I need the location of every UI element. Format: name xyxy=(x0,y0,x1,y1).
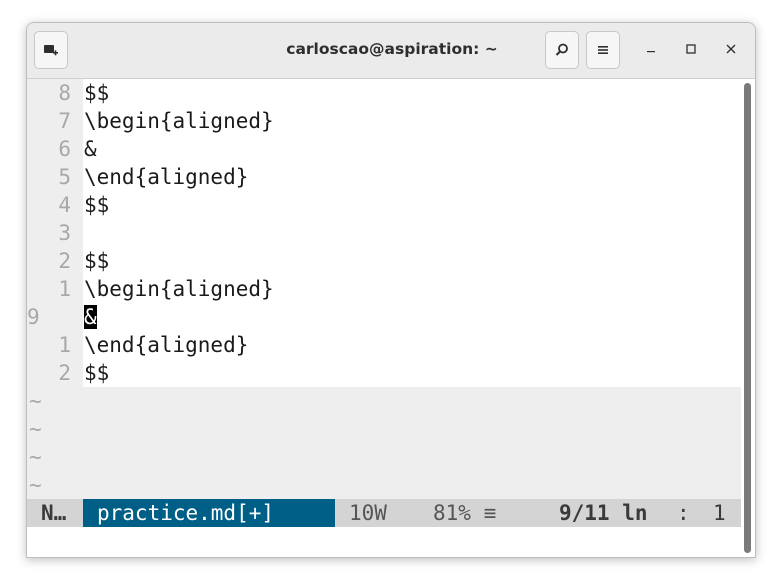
line-text: $$ xyxy=(84,81,110,105)
line-text-current: & xyxy=(84,303,97,331)
scrollbar[interactable] xyxy=(744,83,751,553)
editor-line: 4 $$ xyxy=(27,191,741,219)
line-number: 2 xyxy=(58,361,71,385)
terminal-window: carloscao@aspiration: ~ 8 $$ 7 \begin{al… xyxy=(26,22,756,558)
line-text: \end{aligned} xyxy=(84,165,249,189)
editor-line: 8 $$ xyxy=(27,79,741,107)
line-number: 4 xyxy=(58,193,71,217)
empty-line-marker: ~ xyxy=(29,445,42,469)
hamburger-menu-icon xyxy=(596,43,610,57)
editor-line: 7 \begin{aligned} xyxy=(27,107,741,135)
line-text: $$ xyxy=(84,193,110,217)
line-number: 2 xyxy=(58,249,71,273)
empty-line-marker: ~ xyxy=(29,417,42,441)
editor-line: 1 \begin{aligned} xyxy=(27,275,741,303)
empty-line-marker: ~ xyxy=(29,473,42,497)
empty-line-marker: ~ xyxy=(29,389,42,413)
minimize-icon xyxy=(646,42,656,58)
line-text: $$ xyxy=(84,249,110,273)
line-text: & xyxy=(84,137,97,161)
mode-indicator: N… xyxy=(41,501,67,525)
minimize-button[interactable] xyxy=(638,37,664,63)
word-count: 10W xyxy=(349,501,387,525)
line-text: $$ xyxy=(84,361,110,385)
line-number: 1 xyxy=(58,277,71,301)
line-position: 9/11 ln xyxy=(559,501,648,525)
line-number: 1 xyxy=(58,333,71,357)
search-icon xyxy=(554,42,570,58)
scroll-percent: 81% ≡ xyxy=(433,501,497,525)
line-text: \begin{aligned} xyxy=(84,109,274,133)
menu-button[interactable] xyxy=(586,31,620,69)
editor-line: 3 xyxy=(27,219,741,247)
maximize-icon xyxy=(686,42,696,58)
position-separator: : xyxy=(677,501,690,525)
command-line[interactable] xyxy=(27,527,741,557)
editor-line: 2 $$ xyxy=(27,359,741,387)
line-number: 7 xyxy=(58,109,71,133)
line-number: 6 xyxy=(58,137,71,161)
new-tab-button[interactable] xyxy=(34,31,68,69)
close-icon xyxy=(726,42,736,58)
text-cursor[interactable]: & xyxy=(84,305,97,329)
editor-line: 2 $$ xyxy=(27,247,741,275)
search-button[interactable] xyxy=(545,31,579,69)
editor-line: 5 \end{aligned} xyxy=(27,163,741,191)
terminal-area[interactable]: 8 $$ 7 \begin{aligned} 6 & 5 \end{aligne… xyxy=(27,79,741,557)
current-line-number: 9 xyxy=(27,305,40,329)
editor-line: 6 & xyxy=(27,135,741,163)
line-text: \end{aligned} xyxy=(84,333,249,357)
column-position: 1 xyxy=(713,501,726,525)
empty-buffer-area xyxy=(27,387,741,499)
vim-statusline: N… practice.md[+] 10W 81% ≡ 9/11 ln : 1 xyxy=(27,499,741,527)
close-button[interactable] xyxy=(718,37,744,63)
line-number: 8 xyxy=(58,81,71,105)
filename-indicator: practice.md[+] xyxy=(83,499,335,527)
new-tab-icon xyxy=(43,42,59,58)
line-number: 5 xyxy=(58,165,71,189)
line-number: 3 xyxy=(58,221,71,245)
editor-line: 1 \end{aligned} xyxy=(27,331,741,359)
line-text: \begin{aligned} xyxy=(84,277,274,301)
window-title: carloscao@aspiration: ~ xyxy=(286,40,498,58)
titlebar: carloscao@aspiration: ~ xyxy=(27,23,755,79)
editor-line-current: 9 & xyxy=(27,303,741,331)
maximize-button[interactable] xyxy=(678,37,704,63)
